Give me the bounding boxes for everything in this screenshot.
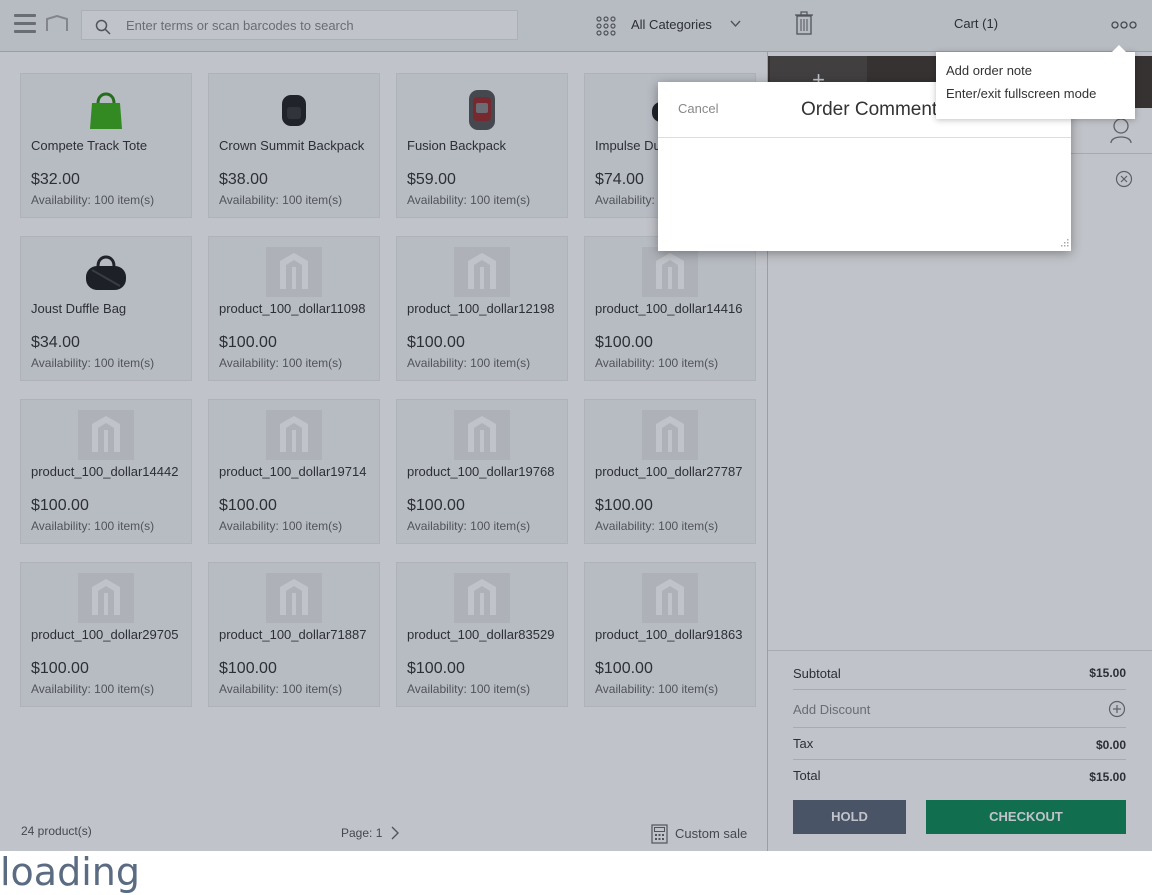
order-comment-textarea[interactable]: [658, 139, 1071, 251]
more-options-menu: Add order note Enter/exit fullscreen mod…: [936, 45, 1135, 119]
resize-handle-icon[interactable]: [1059, 239, 1069, 249]
menu-item-add-order-note[interactable]: Add order note: [946, 63, 1032, 78]
menu-item-fullscreen[interactable]: Enter/exit fullscreen mode: [946, 86, 1096, 101]
pos-app: All Categories Compete Track Tote$32.00A…: [0, 0, 1152, 851]
loading-text: loading: [0, 850, 140, 894]
dialog-title: Order Comment: [801, 99, 938, 120]
cancel-button[interactable]: Cancel: [678, 101, 718, 116]
